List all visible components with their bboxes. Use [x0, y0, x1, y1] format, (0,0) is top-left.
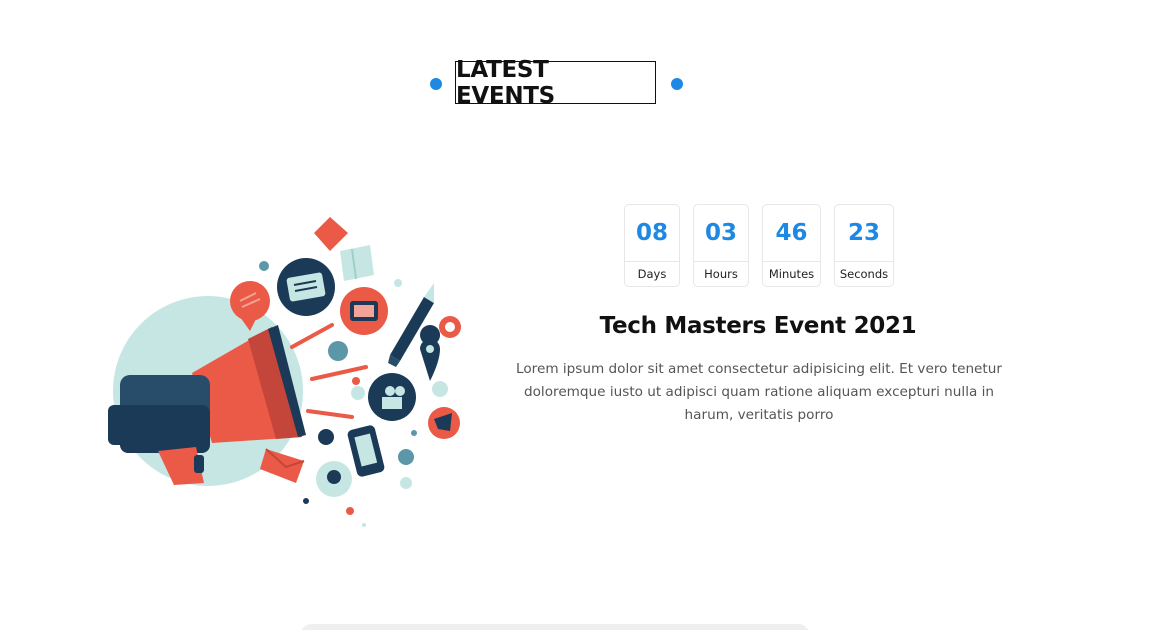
countdown-hours: 03 Hours — [693, 204, 749, 287]
megaphone-icon — [108, 217, 461, 527]
countdown-timer: 08 Days 03 Hours 46 Minutes 23 Seconds — [624, 204, 894, 289]
heading-dot-left — [430, 78, 442, 90]
countdown-seconds: 23 Seconds — [834, 204, 894, 287]
countdown-seconds-label: Seconds — [839, 267, 889, 281]
event-title: Tech Masters Event 2021 — [599, 313, 917, 339]
heading-box: LATEST EVENTS — [455, 57, 656, 109]
countdown-days-label: Days — [637, 267, 667, 281]
events-section: LATEST EVENTS 08 Days 03 Hours 46 Minute… — [0, 0, 1176, 630]
heading-dot-right — [671, 78, 683, 90]
next-section-edge — [300, 624, 810, 630]
event-description: Lorem ipsum dolor sit amet consectetur a… — [516, 361, 1002, 423]
countdown-minutes: 46 Minutes — [762, 204, 821, 287]
section-heading: LATEST EVENTS — [0, 57, 1176, 109]
countdown-hours-value: 03 — [694, 205, 748, 262]
countdown-seconds-value: 23 — [835, 205, 893, 262]
countdown-minutes-label: Minutes — [768, 267, 815, 281]
section-title: LATEST EVENTS — [456, 56, 555, 109]
countdown-days-value: 08 — [625, 205, 679, 262]
countdown-days: 08 Days — [624, 204, 680, 287]
megaphone-illustration — [100, 205, 480, 540]
countdown-minutes-value: 46 — [763, 205, 820, 262]
countdown-hours-label: Hours — [704, 267, 738, 281]
